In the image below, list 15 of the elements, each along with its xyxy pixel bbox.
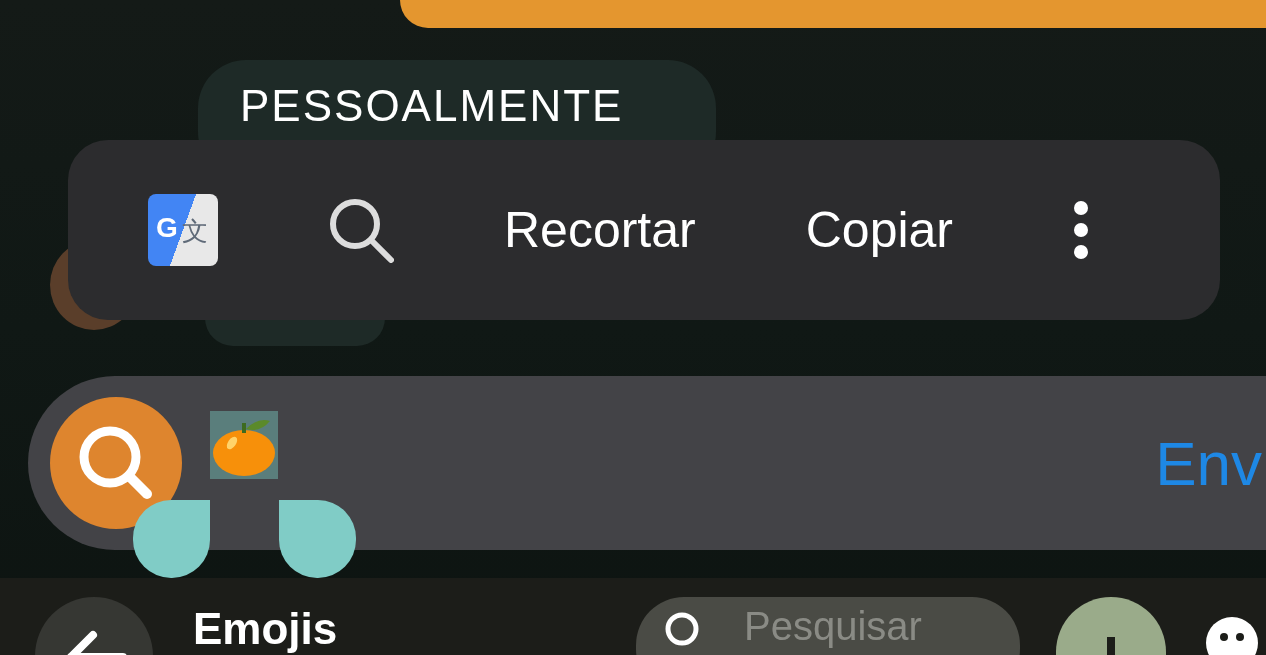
message-input-field[interactable]: Env — [28, 376, 1266, 550]
search-icon[interactable] — [328, 197, 394, 263]
send-button[interactable]: Env — [1155, 427, 1262, 499]
selection-handle[interactable] — [133, 500, 210, 578]
search-button[interactable] — [50, 397, 182, 529]
translate-button[interactable]: G 文 — [148, 194, 218, 266]
smiley-icon[interactable] — [1206, 615, 1258, 655]
toolbar-action-button[interactable]: Copiar — [805, 201, 954, 259]
message-text: PESSOALMENTE — [240, 81, 624, 130]
toolbar-action-button[interactable]: Recortar — [504, 201, 696, 259]
more-options-icon[interactable] — [1073, 200, 1090, 260]
panel-title: Emojis — [193, 605, 338, 654]
tangerine-icon — [210, 411, 278, 479]
search-field[interactable]: Pesquisar — [636, 597, 1020, 655]
selection-handle[interactable] — [279, 500, 356, 578]
